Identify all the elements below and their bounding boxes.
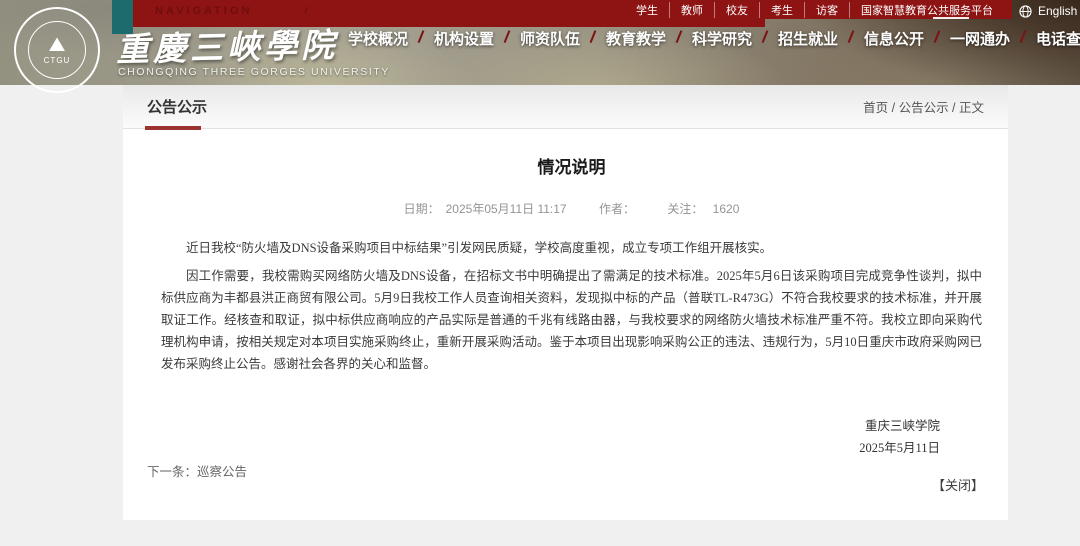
language-switch[interactable]: English [1019,4,1077,18]
breadcrumb-bar: 公告公示 首页 / 公告公示 / 正文 [123,85,1008,129]
university-name-en: CHONGQING THREE GORGES UNIVERSITY [118,66,390,78]
seal-inner-ring: ⛰ CTGU [28,21,86,79]
article-body: 近日我校“防火墙及DNS设备采购项目中标结果”引发网民质疑，学校高度重视，成立专… [161,237,982,375]
nav-item-information[interactable]: 信息公开 [864,28,924,49]
article-paragraph: 因工作需要，我校需购买网络防火墙及DNS设备，在招标文书中明确提出了需满足的技术… [161,265,982,375]
nav-item-services[interactable]: 一网通办 [950,28,1010,49]
article-footer: 下一条：巡察公告 【关闭】 [123,461,1008,480]
site-header: NAVIGATION 学生 教师 校友 考生 访客 国家智慧教育公共服务平台 E… [0,0,1080,85]
nav-item-research[interactable]: 科学研究 [692,28,752,49]
article-paragraph: 近日我校“防火墙及DNS设备采购项目中标结果”引发网民质疑，学校高度重视，成立专… [161,237,982,259]
article-meta: 日期： 2025年05月11日 11:17 作者： 关注： 1620 [161,200,982,217]
link-applicants[interactable]: 考生 [759,2,804,18]
nav-active-indicator [933,17,969,19]
views-count: 1620 [713,202,740,216]
nav-item-about[interactable]: 学校概况 [348,28,408,49]
section-title: 公告公示 [147,96,207,117]
next-article: 下一条：巡察公告 [147,461,247,480]
link-national-education-platform[interactable]: 国家智慧教育公共服务平台 [849,2,1004,18]
globe-icon [1019,5,1032,18]
page: NAVIGATION 学生 教师 校友 考生 访客 国家智慧教育公共服务平台 E… [0,0,1080,546]
link-alumni[interactable]: 校友 [714,2,759,18]
article-signature: 重庆三峡学院 2025年5月11日 [161,415,982,459]
link-students[interactable]: 学生 [625,2,669,18]
link-visitors[interactable]: 访客 [804,2,849,18]
signature-org: 重庆三峡学院 [161,415,940,437]
signature-date: 2025年5月11日 [161,437,940,459]
article-title: 情况说明 [161,153,982,178]
section-title-underline [145,126,201,130]
nav-item-admissions[interactable]: 招生就业 [778,28,838,49]
date-value: 2025年05月11日 11:17 [446,202,567,216]
nav-item-phone-directory[interactable]: 电话查询 [1036,28,1080,49]
navigation-label: NAVIGATION [155,5,311,17]
date-label: 日期： [404,202,440,216]
breadcrumb[interactable]: 首页 / 公告公示 / 正文 [863,97,984,116]
article: 情况说明 日期： 2025年05月11日 11:17 作者： 关注： 1620 近… [123,153,1008,459]
link-faculty[interactable]: 教师 [669,2,714,18]
next-article-link[interactable]: 巡察公告 [197,465,247,479]
english-label: English [1038,4,1077,18]
close-button[interactable]: 【关闭】 [932,475,984,494]
next-label: 下一条： [147,465,197,479]
author-label: 作者： [599,202,635,216]
nav-item-organization[interactable]: 机构设置 [434,28,494,49]
main-navigation: 学校概况 机构设置 师资队伍 教育教学 科学研究 招生就业 信息公开 一网通办 … [348,28,1080,49]
views-label: 关注： [667,202,703,216]
nav-item-faculty[interactable]: 师资队伍 [520,28,580,49]
seal-emblem-icon: ⛰ [49,36,66,54]
seal-abbreviation: CTGU [44,56,71,65]
university-seal-logo[interactable]: ⛰ CTGU [14,7,100,93]
content-card: 公告公示 首页 / 公告公示 / 正文 情况说明 日期： 2025年05月11日 … [123,85,1008,520]
nav-item-education[interactable]: 教育教学 [606,28,666,49]
